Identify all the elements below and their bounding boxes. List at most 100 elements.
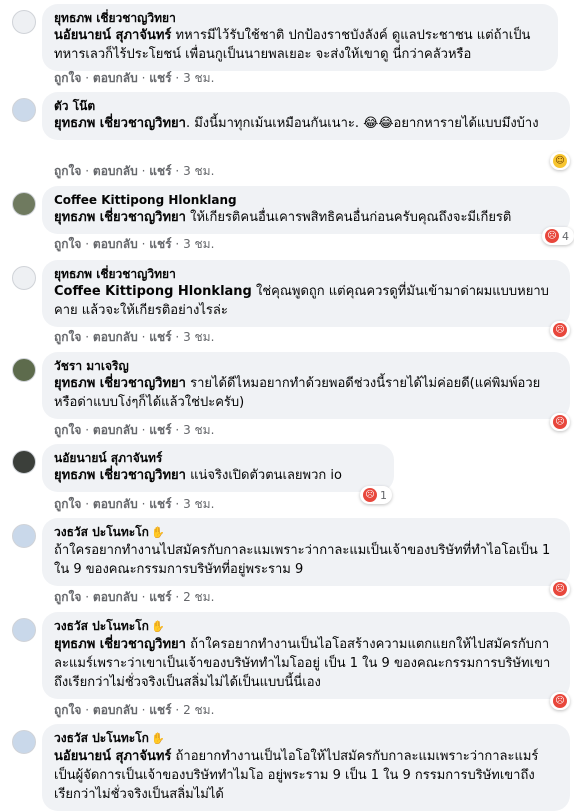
mention-link[interactable]: ยุทธภพ เชี่ยวชาญวิทยา — [54, 116, 186, 131]
comment-text: ยุทธภพ เชี่ยวชาญวิทยา แน่จริงเปิดตัวตนเล… — [54, 468, 342, 483]
avatar[interactable] — [12, 358, 36, 382]
comment-actions: ถูกใจ · ตอบกลับ · แชร์ · 3 ชม. — [54, 70, 215, 86]
reaction-badge[interactable]: ☹ — [550, 321, 570, 339]
comment-text: นอัยนายน์ สุภาจันทร์ ถ้าอยากทำงานเป็นไอโ… — [54, 749, 539, 802]
avatar[interactable] — [12, 524, 36, 548]
comment-bubble: ตัว โน๊ต ยุทธภพ เชี่ยวชาญวิทยา. มึงนี้มา… — [42, 92, 570, 140]
mention-link[interactable]: ยุทธภพ เชี่ยวชาญวิทยา — [54, 637, 186, 652]
reaction-count: 1 — [380, 488, 387, 502]
comment-text: ถ้าใครอยากทำงานไปสมัครกับกาละแมเพราะว่าก… — [54, 543, 551, 577]
mention-link[interactable]: ยุทธภพ เชี่ยวชาญวิทยา — [54, 210, 186, 225]
comment-bubble: วงธวัส ปะโนทะโก ✋ นอัยนายน์ สุภาจันทร์ ถ้… — [42, 724, 570, 811]
comment-bubble: วงธวัส ปะโนทะโก ✋ ถ้าใครอยากทำงานไปสมัครก… — [42, 518, 570, 586]
share-button[interactable]: แชร์ — [149, 702, 171, 718]
share-button[interactable]: แชร์ — [149, 589, 171, 605]
reply-button[interactable]: ตอบกลับ — [93, 422, 138, 438]
like-button[interactable]: ถูกใจ — [54, 329, 81, 345]
angry-reaction-icon: ☹ — [545, 229, 559, 243]
wave-hand-icon: ✋ — [150, 732, 165, 745]
comment-timestamp[interactable]: 3 ชม. — [183, 329, 214, 345]
reaction-badge[interactable]: ☹ — [550, 413, 570, 431]
reply-button[interactable]: ตอบกลับ — [93, 236, 138, 252]
comment-actions: ถูกใจ · ตอบกลับ · แชร์ · 2 ชม. — [54, 702, 215, 718]
mention-link[interactable]: ยุทธภพ เชี่ยวชาญวิทยา — [54, 376, 186, 391]
comment-author[interactable]: Coffee Kittipong Hlonklang — [54, 192, 558, 208]
comment-actions: ถูกใจ · ตอบกลับ · แชร์ · 3 ชม. — [54, 163, 215, 179]
comment-text: นอัยนายน์ สุภาจันทร์ ทหารมีไว้รับใช้ชาติ… — [54, 28, 531, 62]
like-button[interactable]: ถูกใจ — [54, 422, 81, 438]
comment-text: Coffee Kittipong Hlonklang ใช่คุณพูดถูก … — [54, 284, 549, 318]
comment-actions: ถูกใจ · ตอบกลับ · แชร์ · 3 ชม. — [54, 236, 215, 252]
share-button[interactable]: แชร์ — [149, 329, 171, 345]
reaction-badge[interactable]: ☹ 4 — [542, 227, 574, 245]
comment-text: ยุทธภพ เชี่ยวชาญวิทยา. มึงนี้มาทุกเม้นเห… — [54, 116, 539, 131]
comment-actions: ถูกใจ · ตอบกลับ · แชร์ · 2 ชม. — [54, 589, 215, 605]
mention-link[interactable]: Coffee Kittipong Hlonklang — [54, 284, 252, 299]
comment-bubble: วงธวัส ปะโนทะโก ✋ ยุทธภพ เชี่ยวชาญวิทยา ถ… — [42, 612, 570, 699]
reply-button[interactable]: ตอบกลับ — [93, 70, 138, 86]
share-button[interactable]: แชร์ — [149, 70, 171, 86]
reaction-badge[interactable]: ☹ 1 — [360, 486, 392, 504]
like-button[interactable]: ถูกใจ — [54, 496, 81, 512]
avatar[interactable] — [12, 450, 36, 474]
comment-actions: ถูกใจ · ตอบกลับ · แชร์ · 3 ชม. — [54, 329, 215, 345]
comment-thread: ยุทธภพ เชี่ยวชาญวิทยา นอัยนายน์ สุภาจันท… — [0, 0, 574, 811]
comment-text: ยุทธภพ เชี่ยวชาญวิทยา ให้เกียรติคนอื่นเค… — [54, 210, 512, 225]
angry-reaction-icon: ☹ — [553, 323, 567, 337]
comment-bubble: ยุทธภพ เชี่ยวชาญวิทยา Coffee Kittipong H… — [42, 260, 570, 327]
comment-actions: ถูกใจ · ตอบกลับ · แชร์ · 3 ชม. — [54, 496, 215, 512]
avatar[interactable] — [12, 618, 36, 642]
like-button[interactable]: ถูกใจ — [54, 589, 81, 605]
reply-button[interactable]: ตอบกลับ — [93, 163, 138, 179]
angry-reaction-icon: ☹ — [553, 582, 567, 596]
comment-bubble: Coffee Kittipong Hlonklang ยุทธภพ เชี่ยว… — [42, 186, 570, 234]
reply-button[interactable]: ตอบกลับ — [93, 496, 138, 512]
comment-actions: ถูกใจ · ตอบกลับ · แชร์ · 3 ชม. — [54, 422, 215, 438]
reply-button[interactable]: ตอบกลับ — [93, 329, 138, 345]
comment-timestamp[interactable]: 3 ชม. — [183, 496, 214, 512]
avatar[interactable] — [12, 10, 36, 34]
reaction-count: 4 — [562, 229, 569, 243]
like-button[interactable]: ถูกใจ — [54, 163, 81, 179]
angry-reaction-icon: ☹ — [553, 415, 567, 429]
mention-link[interactable]: ยุทธภพ เชี่ยวชาญวิทยา — [54, 468, 186, 483]
comment-timestamp[interactable]: 3 ชม. — [183, 163, 214, 179]
comment-text: ยุทธภพ เชี่ยวชาญวิทยา รายได้ดีไหมอยากทำด… — [54, 376, 541, 410]
reply-button[interactable]: ตอบกลับ — [93, 702, 138, 718]
reaction-badge[interactable]: ☹ — [550, 580, 570, 598]
wave-hand-icon: ✋ — [150, 526, 165, 539]
comment-author[interactable]: วงธวัส ปะโนทะโก ✋ — [54, 730, 558, 747]
comment-author[interactable]: วงธวัส ปะโนทะโก ✋ — [54, 618, 558, 635]
avatar[interactable] — [12, 266, 36, 290]
reaction-badge[interactable]: ☺ — [550, 152, 570, 170]
like-button[interactable]: ถูกใจ — [54, 702, 81, 718]
haha-reaction-icon: ☺ — [553, 154, 567, 168]
mention-link[interactable]: นอัยนายน์ สุภาจันทร์ — [54, 28, 171, 43]
comment-timestamp[interactable]: 2 ชม. — [183, 702, 214, 718]
comment-timestamp[interactable]: 2 ชม. — [183, 589, 214, 605]
comment-text: ยุทธภพ เชี่ยวชาญวิทยา ถ้าใครอยากทำงานเป็… — [54, 637, 551, 690]
like-button[interactable]: ถูกใจ — [54, 70, 81, 86]
share-button[interactable]: แชร์ — [149, 496, 171, 512]
share-button[interactable]: แชร์ — [149, 422, 171, 438]
like-button[interactable]: ถูกใจ — [54, 236, 81, 252]
comment-author[interactable]: วงธวัส ปะโนทะโก ✋ — [54, 524, 558, 541]
comment-author[interactable]: นอัยนายน์ สุภาจันทร์ — [54, 450, 382, 466]
comment-timestamp[interactable]: 3 ชม. — [183, 236, 214, 252]
wave-hand-icon: ✋ — [150, 620, 165, 633]
comment-timestamp[interactable]: 3 ชม. — [183, 70, 214, 86]
comment-timestamp[interactable]: 3 ชม. — [183, 422, 214, 438]
comment-bubble: ยุทธภพ เชี่ยวชาญวิทยา นอัยนายน์ สุภาจันท… — [42, 4, 558, 71]
avatar[interactable] — [12, 192, 36, 216]
reaction-badge[interactable]: ☹ — [550, 692, 570, 710]
comment-author[interactable]: วัชรา มาเจริญ — [54, 358, 558, 374]
share-button[interactable]: แชร์ — [149, 163, 171, 179]
avatar[interactable] — [12, 730, 36, 754]
comment-author[interactable]: ตัว โน๊ต — [54, 98, 558, 114]
avatar[interactable] — [12, 98, 36, 122]
comment-author[interactable]: ยุทธภพ เชี่ยวชาญวิทยา — [54, 10, 546, 26]
mention-link[interactable]: นอัยนายน์ สุภาจันทร์ — [54, 749, 171, 764]
comment-author[interactable]: ยุทธภพ เชี่ยวชาญวิทยา — [54, 266, 558, 282]
reply-button[interactable]: ตอบกลับ — [93, 589, 138, 605]
share-button[interactable]: แชร์ — [149, 236, 171, 252]
